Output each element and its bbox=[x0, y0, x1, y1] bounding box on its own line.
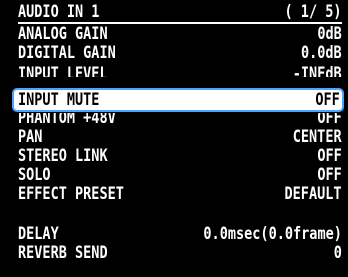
audio-menu-screen: AUDIO IN 1 ( 1/ 5) ANALOG GAIN 0dB DIGIT… bbox=[0, 0, 348, 277]
menu-item-effect-preset[interactable]: EFFECT PRESET DEFAULT bbox=[18, 184, 342, 204]
menu-item-analog-gain[interactable]: ANALOG GAIN 0dB bbox=[18, 24, 342, 44]
menu-item-solo[interactable]: SOLO OFF bbox=[18, 165, 342, 185]
menu-item-label: STEREO LINK bbox=[18, 146, 108, 165]
menu-item-value: 0.0dB bbox=[301, 43, 342, 62]
page-indicator: ( 1/ 5) bbox=[284, 2, 342, 21]
menu-item-digital-gain[interactable]: DIGITAL GAIN 0.0dB bbox=[18, 43, 342, 63]
menu-item-pan[interactable]: PAN CENTER bbox=[18, 127, 342, 147]
menu-item-value: DEFAULT bbox=[284, 184, 342, 203]
menu-item-stereo-link[interactable]: STEREO LINK OFF bbox=[18, 146, 342, 166]
menu-item-value: OFF bbox=[317, 165, 342, 184]
menu-item-phantom-48v[interactable]: PHANTOM +48V OFF bbox=[18, 113, 342, 127]
menu-item-value: OFF bbox=[315, 90, 340, 109]
menu-item-label: INPUT LEVEL bbox=[18, 64, 108, 77]
menu-item-label: ANALOG GAIN bbox=[18, 24, 108, 43]
menu-item-label: INPUT MUTE bbox=[18, 90, 100, 109]
menu-item-input-mute[interactable]: INPUT MUTE OFF bbox=[12, 88, 344, 112]
menu-item-label: PHANTOM +48V bbox=[18, 113, 116, 127]
menu-item-label: EFFECT PRESET bbox=[18, 184, 124, 203]
menu-item-value: CENTER bbox=[293, 127, 342, 146]
menu-item-label: PAN bbox=[18, 127, 43, 146]
menu-item-label: REVERB SEND bbox=[18, 243, 108, 262]
menu-item-label: DELAY bbox=[18, 224, 59, 243]
menu-title: AUDIO IN 1 bbox=[18, 2, 100, 21]
menu-item-input-level[interactable]: INPUT LEVEL -INFdB bbox=[18, 64, 342, 77]
menu-item-label: SOLO bbox=[18, 165, 51, 184]
menu-item-value: 0dB bbox=[317, 24, 342, 43]
menu-item-reverb-send[interactable]: REVERB SEND 0 bbox=[18, 243, 342, 263]
menu-item-value: OFF bbox=[317, 146, 342, 165]
menu-item-value: 0 bbox=[333, 243, 342, 262]
menu-item-label: DIGITAL GAIN bbox=[18, 43, 116, 62]
menu-item-value: OFF bbox=[317, 113, 342, 127]
menu-item-value: 0.0msec(0.0frame) bbox=[203, 224, 342, 243]
menu-header: AUDIO IN 1 ( 1/ 5) bbox=[18, 2, 342, 24]
menu-item-value: -INFdB bbox=[293, 64, 342, 77]
menu-item-delay[interactable]: DELAY 0.0msec(0.0frame) bbox=[18, 224, 342, 244]
